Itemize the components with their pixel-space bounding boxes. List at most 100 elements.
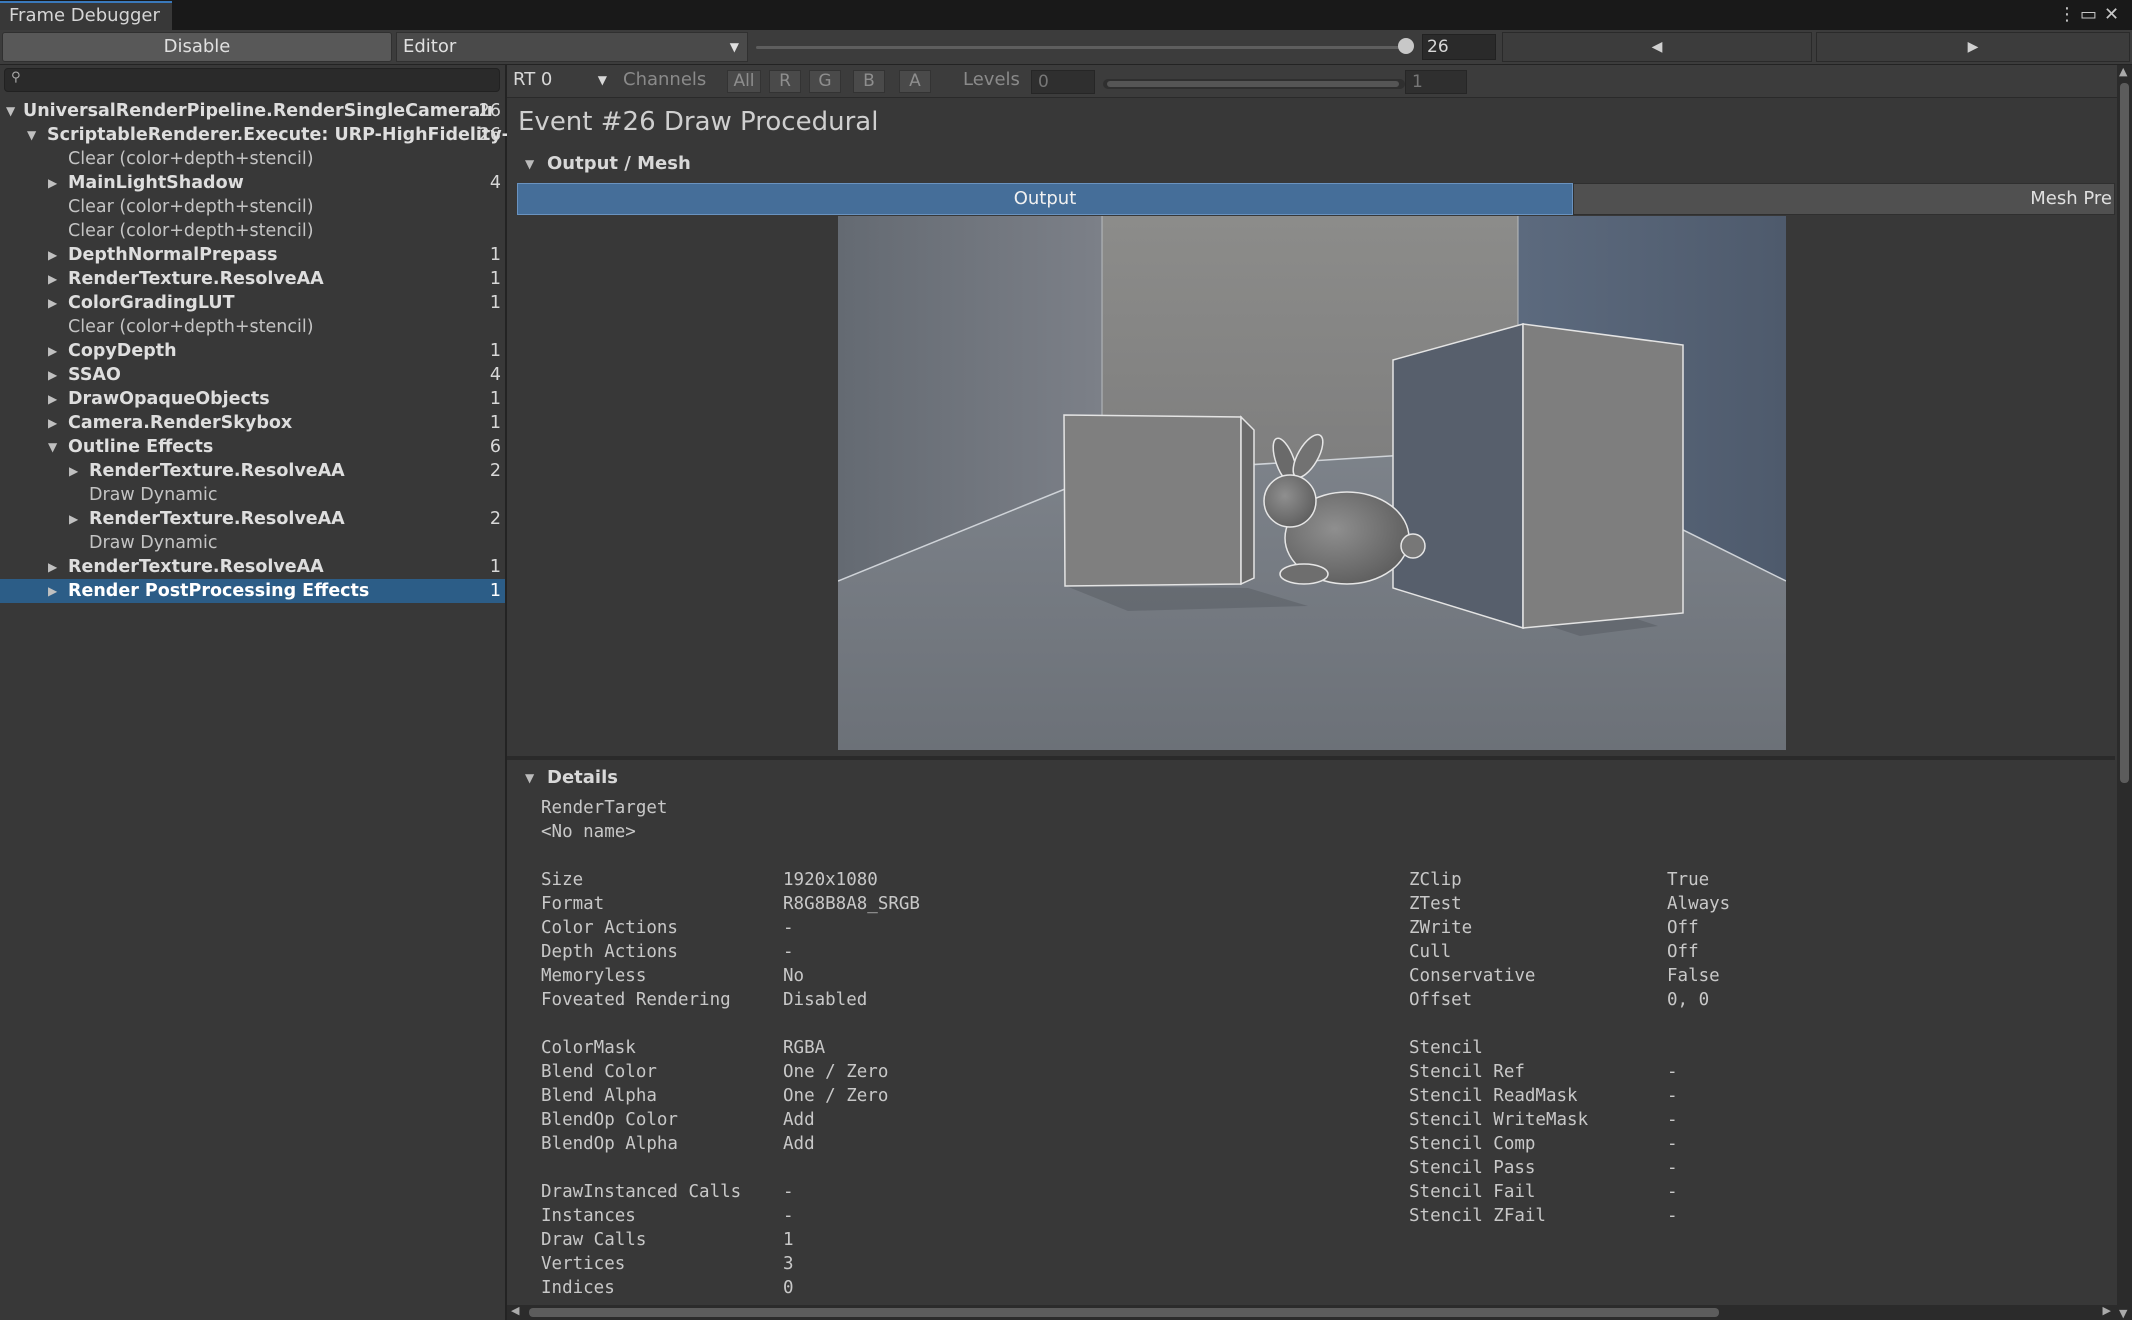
triangle-down-icon[interactable]: ▼ — [27, 123, 36, 147]
maximize-icon[interactable]: ▭ — [2080, 2, 2097, 28]
tree-row[interactable]: ▶ DepthNormalPrepass 1 — [0, 243, 505, 267]
channel-all-button[interactable]: All — [727, 70, 761, 93]
frame-debugger-tab[interactable]: Frame Debugger — [0, 1, 172, 30]
tree-row-selected[interactable]: ▶ Render PostProcessing Effects 1 — [0, 579, 505, 603]
search-input[interactable]: ⚲ — [4, 68, 500, 92]
tree-row[interactable]: Clear (color+depth+stencil) — [0, 195, 505, 219]
tree-row[interactable]: ▶ DrawOpaqueObjects 1 — [0, 387, 505, 411]
tree-row-label: RenderTexture.ResolveAA — [68, 557, 324, 577]
details-value: Disabled — [783, 990, 868, 1010]
details-value: Off — [1667, 918, 1699, 938]
scroll-up-icon[interactable]: ▲ — [2119, 65, 2127, 78]
scene-preview-image — [838, 216, 1786, 750]
details-foldout[interactable]: ▼ Details — [507, 765, 2107, 791]
frame-slider-track[interactable] — [756, 46, 1410, 49]
tree-row[interactable]: ▶ Camera.RenderSkybox 1 — [0, 411, 505, 435]
triangle-right-icon[interactable]: ▶ — [48, 171, 57, 195]
tree-row-count: 26 — [478, 101, 501, 121]
tree-row[interactable]: Clear (color+depth+stencil) — [0, 315, 505, 339]
tree-row[interactable]: ▼ Outline Effects 6 — [0, 435, 505, 459]
triangle-right-icon[interactable]: ▶ — [48, 363, 57, 387]
previous-event-button[interactable]: ◀ — [1502, 32, 1812, 62]
render-target-toolbar: RT 0 ▼ Channels All R G B A Levels 0 1 — [507, 65, 2117, 98]
horizontal-scrollbar[interactable]: ◀ ▶ — [507, 1304, 2117, 1320]
triangle-right-icon[interactable]: ▶ — [48, 555, 57, 579]
tree-row[interactable]: ▶ CopyDepth 1 — [0, 339, 505, 363]
level-min-input[interactable]: 0 — [1031, 70, 1095, 94]
scroll-down-icon[interactable]: ▼ — [2119, 1307, 2127, 1320]
level-max-input[interactable]: 1 — [1405, 70, 1467, 94]
tree-row-label: MainLightShadow — [68, 173, 244, 193]
vertical-scrollbar-thumb[interactable] — [2120, 83, 2129, 783]
tree-row-count: 6 — [489, 437, 501, 457]
event-hierarchy-panel: ⚲ ▼ UniversalRenderPipeline.RenderSingleC… — [0, 65, 509, 1320]
tree-row[interactable]: ▶ SSAO 4 — [0, 363, 505, 387]
target-dropdown[interactable]: Editor ▼ — [396, 32, 748, 62]
channel-r-button[interactable]: R — [769, 70, 801, 93]
vertical-scrollbar[interactable]: ▲ ▼ — [2117, 65, 2132, 1320]
tree-row[interactable]: Draw Dynamic — [0, 483, 505, 507]
frame-slider-handle[interactable] — [1398, 38, 1414, 54]
horizontal-scrollbar-thumb[interactable] — [529, 1308, 1719, 1317]
tree-row[interactable]: ▶ RenderTexture.ResolveAA 1 — [0, 555, 505, 579]
channel-g-button[interactable]: G — [809, 70, 841, 93]
triangle-right-icon[interactable]: ▶ — [48, 579, 57, 603]
triangle-right-icon[interactable]: ▶ — [48, 411, 57, 435]
render-target-dropdown[interactable]: RT 0 ▼ — [509, 68, 613, 94]
levels-label: Levels — [963, 69, 1020, 90]
tree-row[interactable]: Clear (color+depth+stencil) — [0, 147, 505, 171]
triangle-down-icon[interactable]: ▼ — [6, 99, 15, 123]
tree-row[interactable]: ▶ RenderTexture.ResolveAA 2 — [0, 459, 505, 483]
tree-row[interactable]: Draw Dynamic — [0, 531, 505, 555]
details-value: Add — [783, 1134, 815, 1154]
tree-row[interactable]: ▶ ColorGradingLUT 1 — [0, 291, 505, 315]
tree-row-count: 1 — [489, 581, 501, 601]
triangle-right-icon[interactable]: ▶ — [69, 507, 78, 531]
kebab-menu-icon[interactable]: ⋮ — [2058, 2, 2076, 28]
tree-row[interactable]: ▼ UniversalRenderPipeline.RenderSingleCam… — [0, 99, 505, 123]
frame-debugger-toolbar: Disable Editor ▼ 26 ◀ ▶ — [0, 30, 2132, 65]
output-mesh-foldout[interactable]: ▼ Output / Mesh — [507, 151, 2115, 177]
tree-row[interactable]: ▼ ScriptableRenderer.Execute: URP-HighFid… — [0, 123, 509, 147]
details-key: Instances — [541, 1206, 636, 1226]
chevron-down-icon: ▼ — [597, 73, 607, 87]
tree-row-count: 2 — [489, 461, 501, 481]
event-details-panel: RT 0 ▼ Channels All R G B A Levels 0 1 E… — [507, 65, 2132, 1320]
triangle-down-icon: ▼ — [525, 157, 535, 171]
triangle-right-icon[interactable]: ▶ — [48, 291, 57, 315]
triangle-right-icon[interactable]: ▶ — [48, 267, 57, 291]
details-key: Foveated Rendering — [541, 990, 731, 1010]
triangle-down-icon[interactable]: ▼ — [48, 435, 57, 459]
details-key: Depth Actions — [541, 942, 678, 962]
close-icon[interactable]: ✕ — [2104, 2, 2119, 28]
frame-index-input[interactable]: 26 — [1422, 34, 1496, 60]
tree-row-count: 1 — [489, 269, 501, 289]
render-target-label: RenderTarget — [541, 798, 668, 818]
details-key: ZWrite — [1409, 918, 1473, 938]
disable-button[interactable]: Disable — [2, 32, 392, 62]
tab-output[interactable]: Output — [517, 183, 1573, 215]
tree-row[interactable]: ▶ RenderTexture.ResolveAA 1 — [0, 267, 505, 291]
scroll-left-icon[interactable]: ◀ — [511, 1304, 519, 1317]
tree-row[interactable]: ▶ MainLightShadow 4 — [0, 171, 505, 195]
search-icon: ⚲ — [11, 70, 21, 85]
event-title: Event #26 Draw Procedural — [518, 107, 879, 137]
triangle-right-icon[interactable]: ▶ — [48, 243, 57, 267]
triangle-down-icon: ▼ — [525, 771, 535, 785]
levels-range-slider[interactable] — [1103, 79, 1405, 89]
details-key: Stencil ReadMask — [1409, 1086, 1578, 1106]
details-value: - — [1667, 1134, 1678, 1154]
tree-row[interactable]: ▶ RenderTexture.ResolveAA 2 — [0, 507, 505, 531]
channel-a-button[interactable]: A — [899, 70, 931, 93]
details-value: Add — [783, 1110, 815, 1130]
next-event-button[interactable]: ▶ — [1816, 32, 2130, 62]
section-separator[interactable] — [507, 756, 2115, 760]
triangle-right-icon[interactable]: ▶ — [48, 387, 57, 411]
channel-b-button[interactable]: B — [853, 70, 885, 93]
triangle-right-icon[interactable]: ▶ — [69, 459, 78, 483]
details-value: 0, 0 — [1667, 990, 1710, 1010]
triangle-right-icon[interactable]: ▶ — [48, 339, 57, 363]
tab-mesh-preview[interactable]: Mesh Pre — [1573, 183, 2115, 215]
tree-row[interactable]: Clear (color+depth+stencil) — [0, 219, 505, 243]
scroll-right-icon[interactable]: ▶ — [2103, 1304, 2111, 1317]
